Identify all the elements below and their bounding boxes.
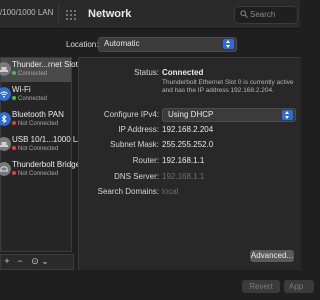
chevron-down-icon[interactable]: ⌄ (39, 255, 51, 269)
subnet-mask-value: 255.255.252.0 (162, 140, 214, 149)
search-domains-value: local (162, 187, 179, 196)
bridge-icon (0, 162, 11, 176)
service-status: Not Connected (12, 171, 58, 177)
ethernet-icon (0, 137, 11, 151)
service-item-usb-lan[interactable]: USB 10/1...1000 LAN Not Connected (0, 133, 89, 157)
ip-address-label: IP Address: (118, 125, 159, 134)
location-label: Location: (66, 40, 99, 49)
status-dot-icon (12, 121, 16, 126)
status-dot-icon (12, 71, 16, 76)
remove-service-button[interactable]: − (14, 255, 26, 269)
service-list: Thunder...rnet Slot 0 Connected Wi-Fi Co… (0, 57, 89, 252)
service-status: Not Connected (12, 121, 58, 127)
service-list-toolbar: + − ⊙ ⌄ (0, 254, 74, 270)
wifi-icon (0, 87, 11, 101)
status-description: Thunderbolt Ethernet Slot 0 is currently… (162, 79, 294, 94)
service-status: Not Connected (12, 146, 58, 152)
service-item-thunderbolt-bridge[interactable]: Thunderbolt Bridge Not Connected (0, 158, 80, 182)
window-title: Network (88, 8, 132, 20)
status-dot-icon (12, 96, 16, 101)
grid-icon[interactable] (66, 10, 76, 20)
status-dot-icon (12, 171, 16, 176)
apply-button[interactable]: App (284, 280, 314, 293)
popup-stepper-icon (282, 110, 293, 120)
service-status: Connected (12, 71, 47, 77)
window-breadcrumb: /100/1000 LAN (0, 8, 54, 17)
subnet-mask-label: Subnet Mask: (110, 140, 159, 149)
advanced-button[interactable]: Advanced... (250, 250, 294, 262)
service-name: Thunder...rnet Slot 0 (12, 60, 85, 69)
ip-address-value: 192.168.2.204 (162, 125, 214, 134)
revert-button[interactable]: Revert (242, 280, 280, 293)
dns-server-label: DNS Server: (114, 172, 159, 181)
service-name: Wi-Fi (12, 85, 31, 94)
search-input[interactable] (250, 8, 292, 20)
search-icon (240, 10, 248, 18)
ethernet-icon (0, 62, 11, 76)
router-value: 192.168.1.1 (162, 156, 205, 165)
configure-ipv4-value: Using DHCP (168, 110, 214, 119)
router-label: Router: (132, 156, 159, 165)
service-name: Bluetooth PAN (12, 110, 64, 119)
service-name: Thunderbolt Bridge (12, 160, 81, 169)
popup-stepper-icon (223, 39, 234, 49)
toolbar-divider (58, 3, 59, 25)
title-bar: /100/1000 LAN Network (0, 0, 300, 29)
status-dot-icon (12, 146, 16, 151)
search-domains-label: Search Domains: (97, 187, 159, 196)
location-popup[interactable]: Automatic (98, 37, 237, 52)
service-status: Connected (12, 96, 47, 102)
add-service-button[interactable]: + (1, 255, 13, 269)
service-item-thunderbolt-ethernet[interactable]: Thunder...rnet Slot 0 Connected (0, 58, 85, 82)
service-item-bluetooth-pan[interactable]: Bluetooth PAN Not Connected (0, 108, 71, 132)
status-value: Connected (162, 68, 204, 77)
service-item-wifi[interactable]: Wi-Fi Connected (0, 83, 71, 107)
bluetooth-icon (0, 112, 11, 126)
dns-server-value: 192.168.1.1 (162, 172, 205, 181)
configure-ipv4-popup[interactable]: Using DHCP (162, 108, 296, 122)
location-value: Automatic (104, 39, 140, 48)
configure-ipv4-label: Configure IPv4: (103, 110, 159, 119)
status-label: Status: (134, 68, 159, 77)
search-field[interactable] (234, 6, 298, 24)
